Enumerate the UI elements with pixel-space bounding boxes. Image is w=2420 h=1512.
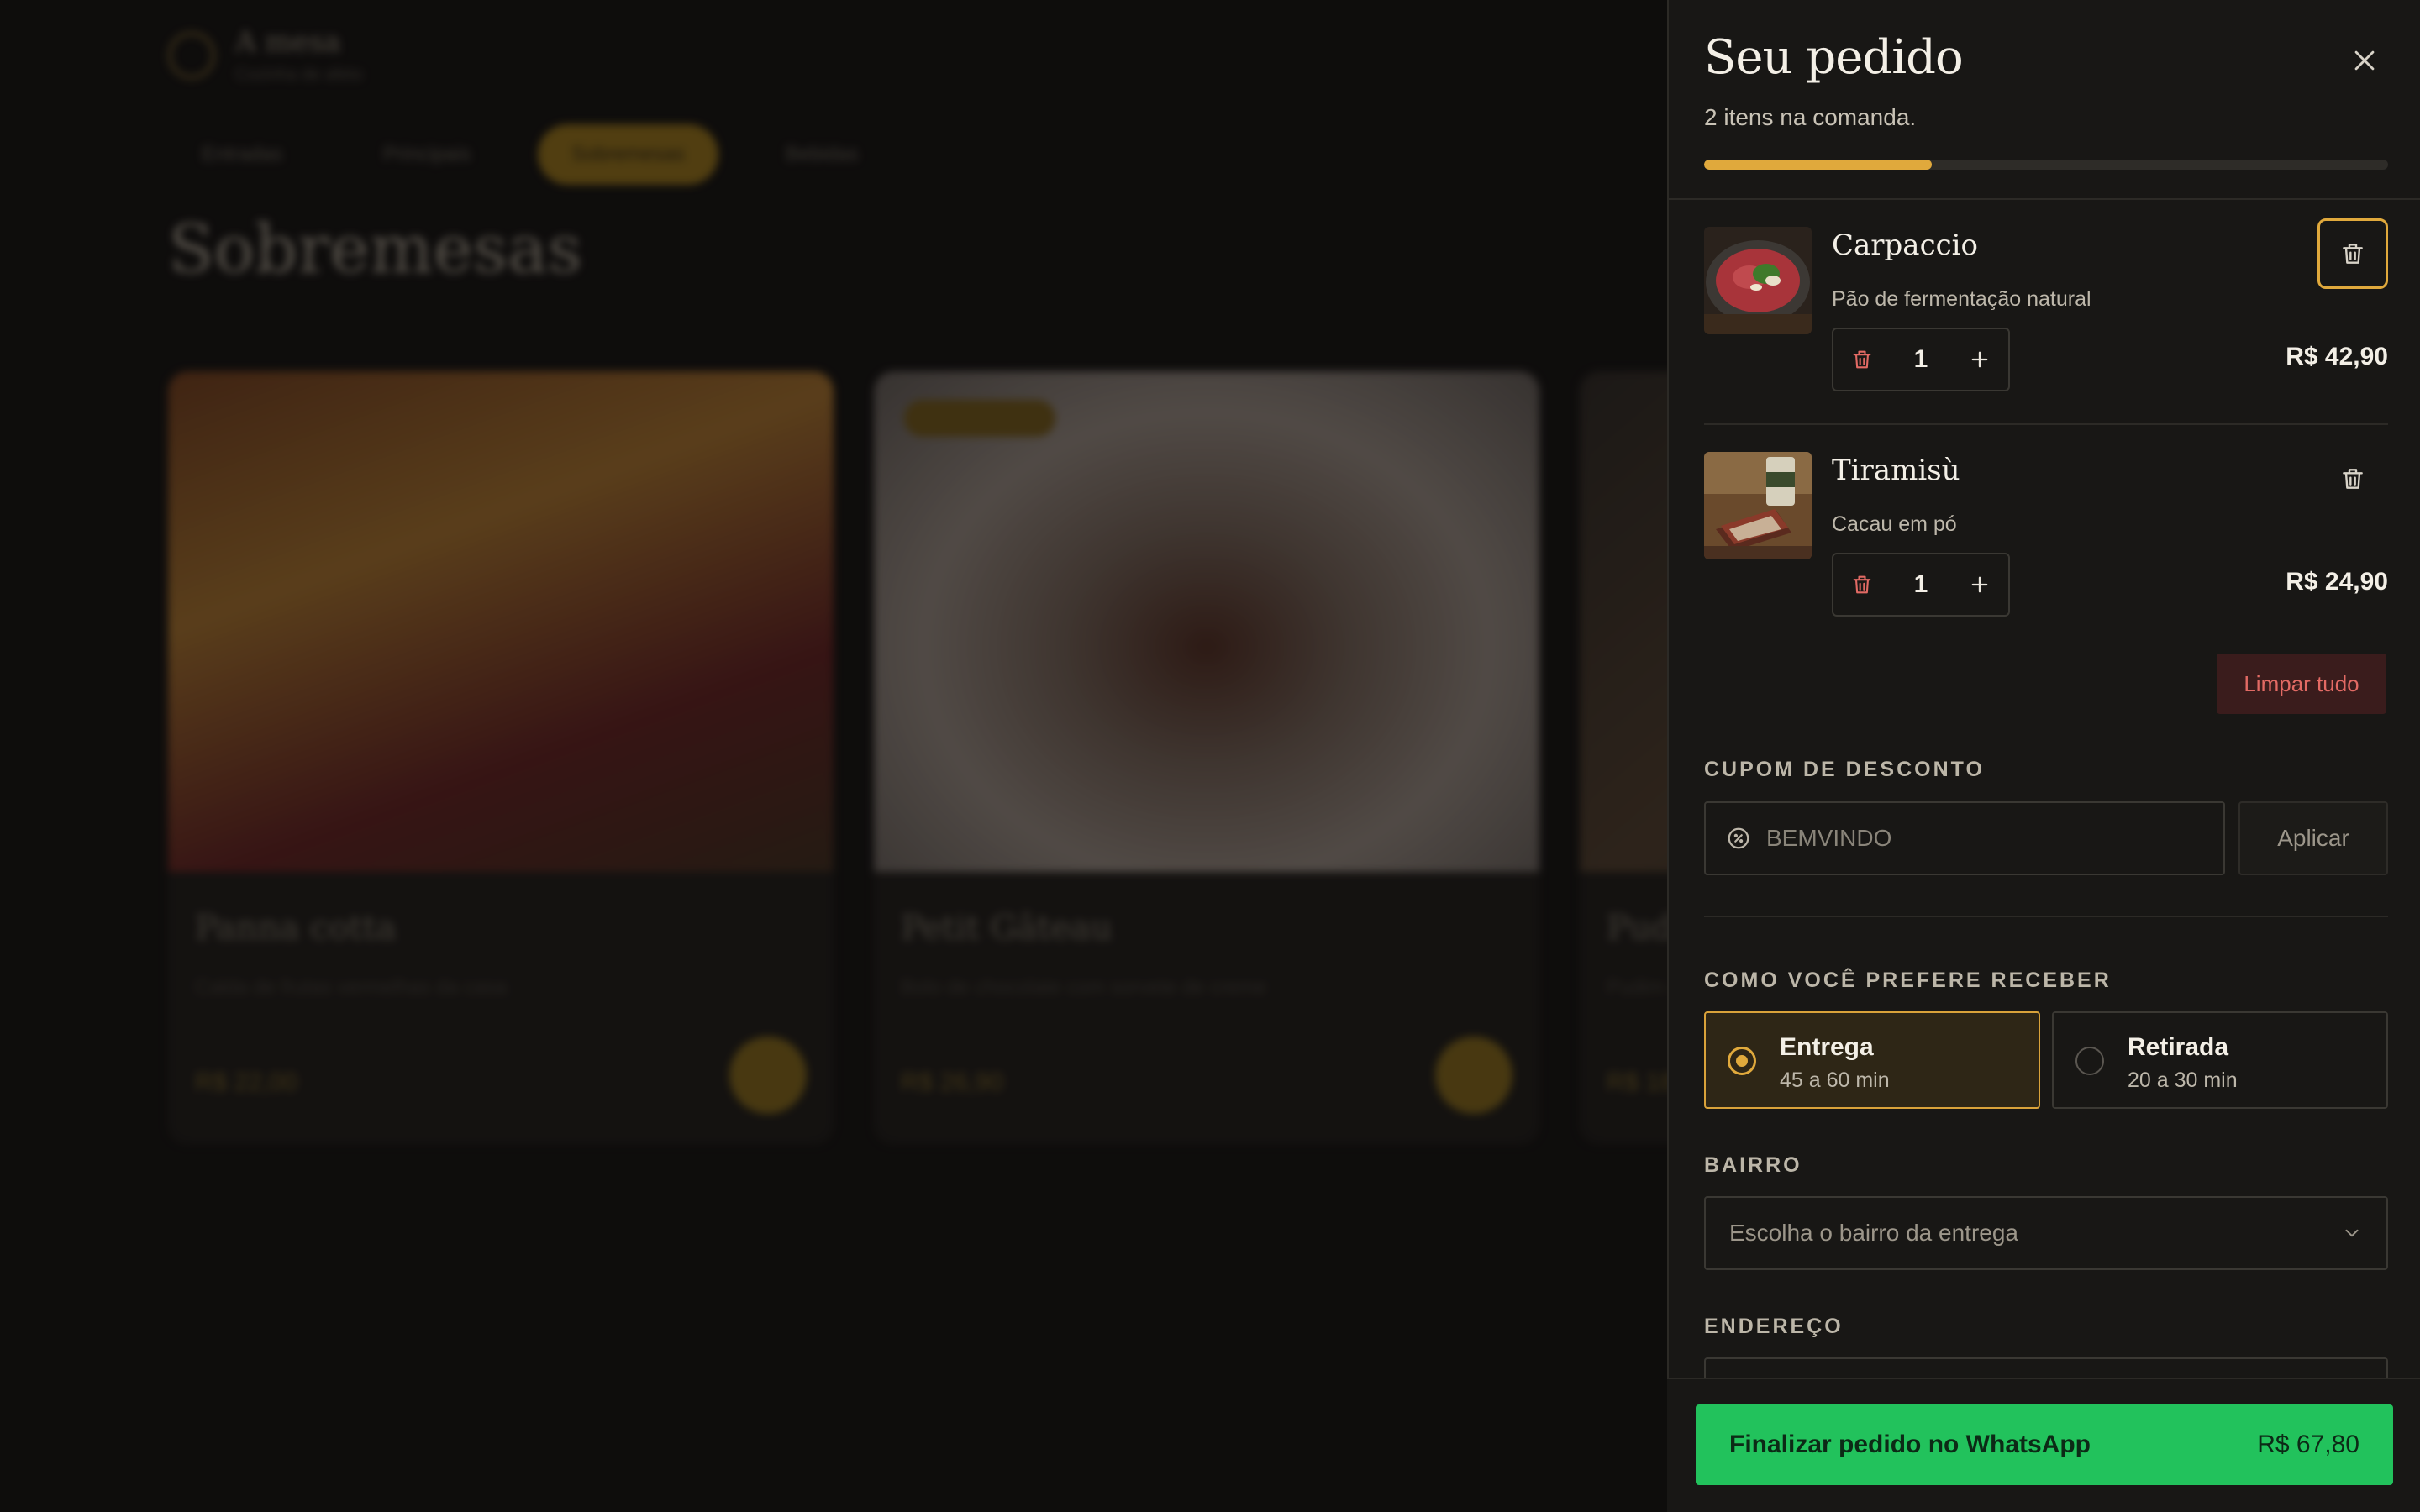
neighborhood-placeholder: Escolha o bairro da entrega: [1729, 1220, 2018, 1246]
chevron-down-icon: [2345, 1229, 2359, 1237]
decrease-button[interactable]: [1833, 554, 1891, 615]
neighborhood-select[interactable]: Escolha o bairro da entrega: [1704, 1196, 2388, 1270]
clear-cart-button[interactable]: Limpar tudo: [2217, 654, 2386, 714]
divider: [1704, 916, 2388, 917]
discount-icon: [1728, 827, 1749, 849]
coupon-field: [1704, 801, 2225, 875]
delivery-method-label: COMO VOCÊ PREFERE RECEBER: [1704, 969, 2112, 992]
quantity-value: 1: [1913, 345, 1928, 373]
apply-coupon-button[interactable]: Aplicar: [2238, 801, 2388, 875]
trash-icon: [2343, 244, 2363, 264]
item-thumbnail: [1704, 227, 1812, 334]
cart-footer: Finalizar pedido no WhatsApp R$ 67,80: [1667, 1378, 2420, 1512]
decrease-button[interactable]: [1833, 329, 1891, 390]
cart-title: Seu pedido: [1704, 30, 1964, 85]
cart-drawer: Seu pedido 2 itens na comanda. Carpaccio…: [1667, 0, 2420, 1512]
cart-item: Carpaccio Pão de fermentação natural 1 R…: [1704, 200, 2388, 395]
radio-selected-icon: [1728, 1047, 1756, 1075]
coupon-label: CUPOM DE DESCONTO: [1704, 758, 1985, 781]
trash-icon: [1853, 350, 1871, 369]
option-title: Retirada: [2128, 1033, 2229, 1061]
plus-icon: [1971, 576, 1988, 593]
delivery-option-entrega[interactable]: Entrega 45 a 60 min: [1704, 1011, 2040, 1109]
item-name: Tiramisù: [1832, 454, 1960, 487]
close-button[interactable]: [2343, 39, 2386, 82]
item-note: Pão de fermentação natural: [1832, 287, 2091, 311]
item-thumbnail: [1704, 452, 1812, 559]
modal-overlay[interactable]: [0, 0, 1667, 1512]
quantity-stepper: 1: [1832, 553, 2010, 617]
option-time: 45 a 60 min: [1780, 1068, 1890, 1092]
radio-unselected-icon: [2075, 1047, 2104, 1075]
checkout-total: R$ 67,80: [2257, 1431, 2360, 1458]
quantity-value: 1: [1913, 570, 1928, 598]
close-icon: [2354, 50, 2375, 71]
item-price: R$ 24,90: [2286, 568, 2388, 596]
checkout-label: Finalizar pedido no WhatsApp: [1729, 1431, 2091, 1458]
plus-icon: [1971, 351, 1988, 368]
remove-item-button[interactable]: [2317, 218, 2388, 289]
order-progress-fill: [1704, 160, 1933, 170]
order-progress-bar: [1704, 160, 2388, 170]
increase-button[interactable]: [1951, 329, 2008, 390]
remove-item-button[interactable]: [2317, 444, 2388, 514]
neighborhood-label: BAIRRO: [1704, 1153, 1802, 1177]
coupon-input[interactable]: [1766, 825, 2203, 852]
option-title: Entrega: [1780, 1033, 1874, 1061]
increase-button[interactable]: [1951, 554, 2008, 615]
item-note: Cacau em pó: [1832, 512, 1957, 536]
option-time: 20 a 30 min: [2128, 1068, 2238, 1092]
quantity-stepper: 1: [1832, 328, 2010, 391]
item-name: Carpaccio: [1832, 228, 1979, 262]
checkout-whatsapp-button[interactable]: Finalizar pedido no WhatsApp R$ 67,80: [1696, 1404, 2393, 1485]
address-label: ENDEREÇO: [1704, 1315, 1844, 1338]
delivery-option-retirada[interactable]: Retirada 20 a 30 min: [2052, 1011, 2388, 1109]
trash-icon: [1853, 575, 1871, 594]
trash-icon: [2343, 469, 2363, 489]
item-price: R$ 42,90: [2286, 343, 2388, 370]
cart-item-count: 2 itens na comanda.: [1704, 104, 1917, 130]
cart-item: Tiramisù Cacau em pó 1 R$ 24,90: [1704, 425, 2388, 620]
